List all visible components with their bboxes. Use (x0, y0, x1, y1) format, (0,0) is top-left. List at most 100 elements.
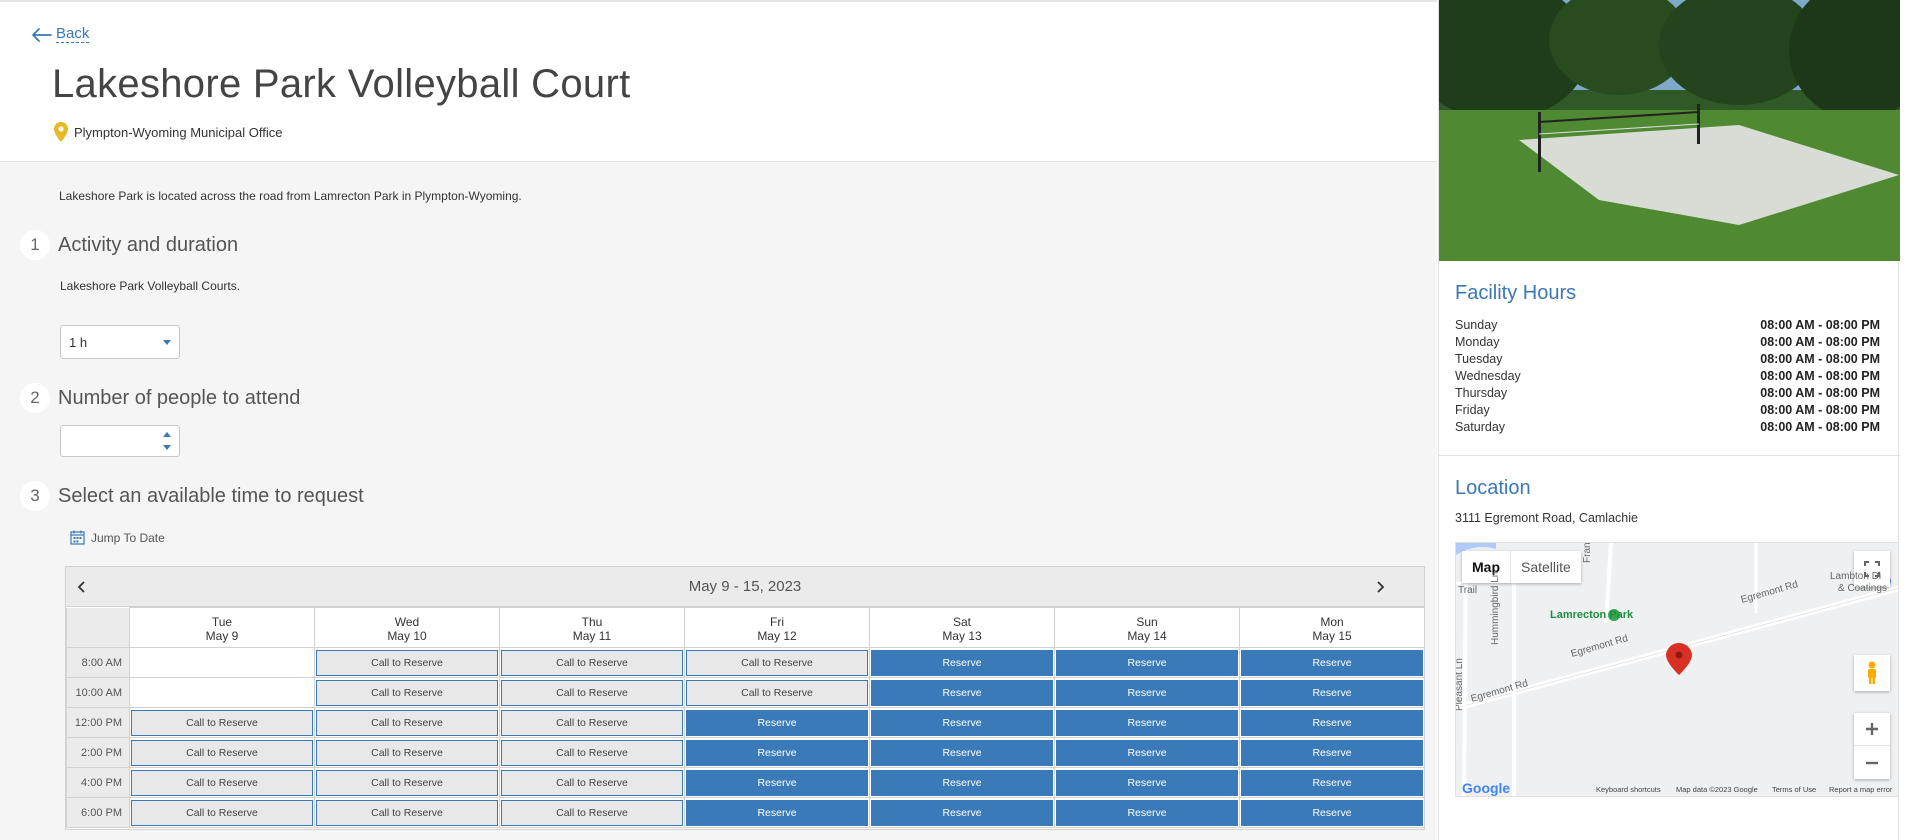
time-slot-row: 2:00 PM Call to Reserve Call to Reserve Cal… (66, 737, 1425, 768)
slot-cell: Call to Reserve (314, 767, 500, 798)
slot-cell: Reserve (1054, 797, 1240, 828)
reserve-button[interactable]: Reserve (871, 739, 1053, 766)
divider (1439, 455, 1900, 456)
reserve-button[interactable]: Reserve (1241, 679, 1423, 706)
call-to-reserve-button[interactable]: Call to Reserve (316, 649, 498, 676)
call-to-reserve-button[interactable]: Call to Reserve (501, 739, 683, 766)
duration-select[interactable]: 1 h (60, 325, 180, 359)
hours-time: 08:00 AM - 08:00 PM (1760, 335, 1880, 349)
step-label: Number of people to attend (58, 386, 301, 409)
duration-value: 1 h (69, 334, 88, 350)
jump-to-date-button[interactable]: Jump To Date (70, 530, 165, 545)
call-to-reserve-button[interactable]: Call to Reserve (316, 739, 498, 766)
increment-icon[interactable] (163, 432, 171, 437)
unavailable-slot (131, 649, 313, 676)
reserve-button[interactable]: Reserve (871, 769, 1053, 796)
day-header: Thu May 11 (499, 607, 685, 648)
time-column-header (66, 607, 130, 648)
zoom-out-icon[interactable] (1854, 746, 1890, 779)
facility-hours-title: Facility Hours (1455, 282, 1577, 304)
map-type-map-button[interactable]: Map (1462, 551, 1510, 583)
map-data-attribution: Map data ©2023 Google (1676, 785, 1758, 794)
reserve-button[interactable]: Reserve (1241, 649, 1423, 676)
reserve-button[interactable]: Reserve (1241, 739, 1423, 766)
report-map-error-link[interactable]: Report a map error (1829, 785, 1892, 794)
hours-row: Wednesday 08:00 AM - 08:00 PM (1455, 369, 1880, 386)
call-to-reserve-button[interactable]: Call to Reserve (501, 679, 683, 706)
reserve-button[interactable]: Reserve (871, 649, 1053, 676)
day-of-week: Tue (211, 615, 233, 629)
day-of-week: Wed (394, 615, 420, 629)
reserve-button[interactable]: Reserve (871, 799, 1053, 826)
day-date: May 13 (942, 629, 982, 643)
time-label: 12:00 PM (66, 707, 130, 738)
location-title: Location (1455, 477, 1531, 499)
street-view-pegman-icon[interactable] (1854, 655, 1890, 691)
facility-description: Lakeshore Park is located across the roa… (59, 189, 522, 203)
hours-time: 08:00 AM - 08:00 PM (1760, 420, 1880, 434)
reserve-button[interactable]: Reserve (1241, 799, 1423, 826)
call-to-reserve-button[interactable]: Call to Reserve (131, 739, 313, 766)
hours-day: Saturday (1455, 420, 1506, 434)
chevron-right-icon[interactable] (1372, 579, 1388, 595)
reserve-button[interactable]: Reserve (1056, 649, 1238, 676)
hours-time: 08:00 AM - 08:00 PM (1760, 403, 1880, 417)
slot-cell: Reserve (1239, 737, 1425, 768)
time-label: 10:00 AM (66, 677, 130, 708)
reserve-button[interactable]: Reserve (1241, 709, 1423, 736)
call-to-reserve-button[interactable]: Call to Reserve (501, 799, 683, 826)
map-type-satellite-button[interactable]: Satellite (1510, 551, 1581, 583)
call-to-reserve-button[interactable]: Call to Reserve (316, 679, 498, 706)
call-to-reserve-button[interactable]: Call to Reserve (131, 709, 313, 736)
call-to-reserve-button[interactable]: Call to Reserve (501, 709, 683, 736)
slot-cell: Reserve (1054, 737, 1240, 768)
zoom-in-icon[interactable] (1854, 713, 1890, 746)
call-to-reserve-button[interactable]: Call to Reserve (686, 679, 868, 706)
reserve-button[interactable]: Reserve (871, 679, 1053, 706)
hours-time: 08:00 AM - 08:00 PM (1760, 318, 1880, 332)
reserve-button[interactable]: Reserve (1241, 769, 1423, 796)
page-title: Lakeshore Park Volleyball Court (52, 62, 631, 106)
facility-photo (1439, 0, 1900, 261)
step-activity: 1 Activity and duration (20, 230, 238, 260)
slot-cell: Call to Reserve (129, 767, 315, 798)
call-to-reserve-button[interactable]: Call to Reserve (131, 769, 313, 796)
slot-cell: Call to Reserve (499, 647, 685, 678)
road-label: Trail (1458, 585, 1478, 596)
call-to-reserve-button[interactable]: Call to Reserve (316, 709, 498, 736)
slot-cell: Reserve (869, 797, 1055, 828)
reserve-button[interactable]: Reserve (1056, 709, 1238, 736)
reserve-button[interactable]: Reserve (1056, 679, 1238, 706)
chevron-left-icon[interactable] (74, 579, 90, 595)
reserve-button[interactable]: Reserve (686, 739, 868, 766)
reserve-button[interactable]: Reserve (1056, 739, 1238, 766)
step-number: 3 (20, 481, 50, 511)
reserve-button[interactable]: Reserve (1056, 799, 1238, 826)
slot-cell: Reserve (684, 707, 870, 738)
reserve-button[interactable]: Reserve (1056, 769, 1238, 796)
chevron-down-icon (163, 340, 171, 345)
decrement-icon[interactable] (163, 445, 171, 450)
location-map[interactable]: Map Satellite Lamrecton Park Egremont Rd… (1455, 542, 1899, 797)
step-people: 2 Number of people to attend (20, 383, 300, 413)
call-to-reserve-button[interactable]: Call to Reserve (316, 769, 498, 796)
hours-row: Monday 08:00 AM - 08:00 PM (1455, 335, 1880, 352)
reserve-button[interactable]: Reserve (686, 769, 868, 796)
call-to-reserve-button[interactable]: Call to Reserve (501, 769, 683, 796)
call-to-reserve-button[interactable]: Call to Reserve (686, 649, 868, 676)
hours-day: Friday (1455, 403, 1490, 417)
reserve-button[interactable]: Reserve (871, 709, 1053, 736)
terms-of-use-link[interactable]: Terms of Use (1772, 785, 1816, 794)
slot-cell: Call to Reserve (684, 647, 870, 678)
time-label: 6:00 PM (66, 797, 130, 828)
call-to-reserve-button[interactable]: Call to Reserve (501, 649, 683, 676)
reserve-button[interactable]: Reserve (686, 799, 868, 826)
slot-cell: Reserve (869, 737, 1055, 768)
call-to-reserve-button[interactable]: Call to Reserve (316, 799, 498, 826)
step-time: 3 Select an available time to request (20, 481, 364, 511)
back-link[interactable]: Back (30, 26, 90, 43)
keyboard-shortcuts-link[interactable]: Keyboard shortcuts (1596, 785, 1661, 794)
call-to-reserve-button[interactable]: Call to Reserve (131, 799, 313, 826)
people-count-stepper[interactable] (60, 425, 180, 457)
reserve-button[interactable]: Reserve (686, 709, 868, 736)
